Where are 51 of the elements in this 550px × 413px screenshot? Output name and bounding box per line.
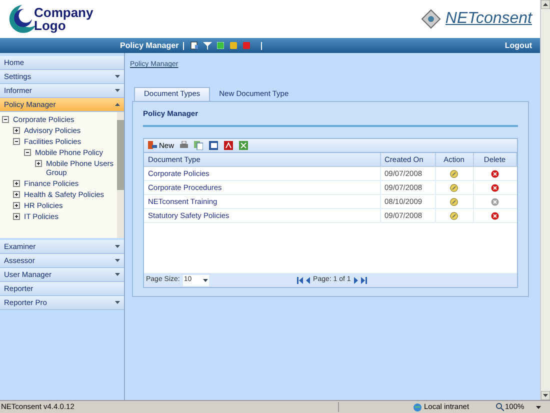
expand-icon[interactable] [35,160,42,167]
document-icon[interactable] [190,41,199,50]
edit-icon[interactable] [450,170,458,178]
tree-scrollbar[interactable] [117,112,124,238]
new-item-icon [148,141,157,150]
expand-icon[interactable] [13,180,20,187]
collapse-icon[interactable] [2,116,9,123]
expand-icon[interactable] [13,127,20,134]
diamond-logo-icon [421,9,442,29]
caret-down-icon [115,259,120,262]
next-page-icon[interactable] [354,276,358,284]
caret-down-icon [115,273,120,276]
expand-icon[interactable] [13,202,20,209]
caret-down-icon [115,89,120,92]
status-square-icon[interactable] [230,42,237,49]
delete-icon[interactable] [491,170,499,178]
expand-icon[interactable] [13,191,20,198]
first-page-icon[interactable] [297,276,304,284]
caret-down-icon [115,301,120,304]
expand-icon[interactable] [13,213,20,220]
previous-page-icon[interactable] [306,276,310,284]
caret-icon[interactable] [536,406,542,408]
edit-icon[interactable] [450,184,458,192]
delete-icon[interactable] [491,198,499,206]
nav-title: Policy Manager [120,40,179,52]
brand-logo-text: NETconsent [445,9,532,29]
export-document-icon[interactable] [194,140,204,150]
caret-down-icon [115,245,120,248]
export-form-icon[interactable] [209,140,218,150]
pdf-icon[interactable] [224,140,234,150]
logout-link[interactable]: Logout [504,40,532,52]
print-icon[interactable] [180,141,188,150]
browser-scrollbar[interactable] [540,0,550,400]
caret-down-icon [115,75,120,78]
scroll-thumb[interactable] [117,120,124,190]
zoom-icon [496,403,504,411]
filter-icon[interactable] [202,41,212,50]
company-logo-text: Company Logo [34,6,92,32]
caret-up-icon [115,103,120,106]
scroll-down-icon[interactable] [541,391,550,400]
scroll-up-icon[interactable] [541,0,550,9]
caret-icon [202,278,208,282]
collapse-icon[interactable] [24,149,31,156]
edit-icon[interactable] [450,198,458,206]
delete-icon[interactable] [491,184,499,192]
last-page-icon[interactable] [360,276,367,284]
edit-icon[interactable] [450,212,458,220]
globe-icon [413,402,422,412]
excel-icon[interactable] [239,140,248,150]
collapse-icon[interactable] [13,138,20,145]
delete-icon[interactable] [491,212,499,220]
